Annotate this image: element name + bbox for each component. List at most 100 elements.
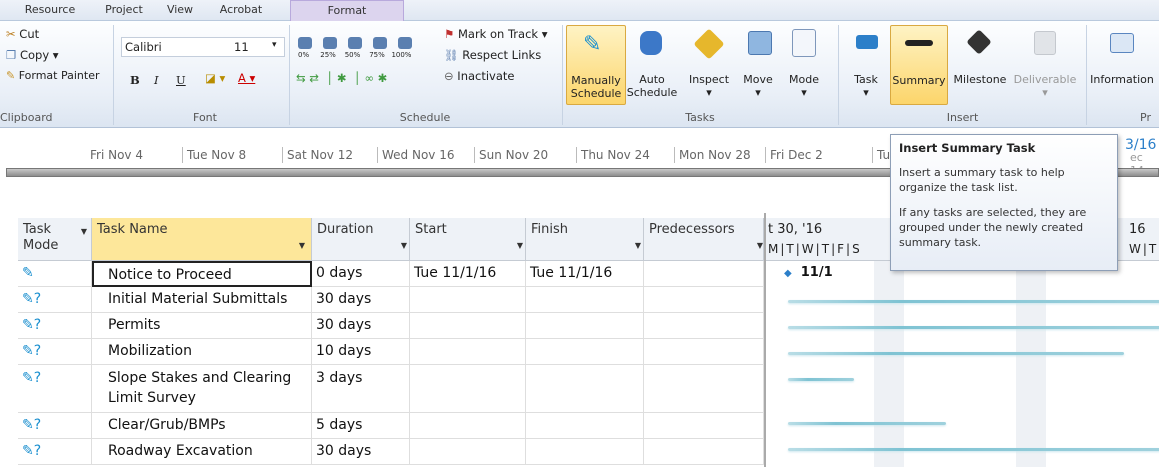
table-row-predecessors[interactable] [644,439,764,465]
pct-100-icon[interactable] [398,37,412,49]
table-row-predecessors[interactable] [644,413,764,439]
tab-acrobat[interactable]: Acrobat [208,0,274,21]
table-row-finish[interactable]: Tue 11/1/16 [526,261,644,287]
mode-button[interactable]: Mode ▾ [784,25,824,105]
finish-header-label: Finish [531,222,569,237]
table-row-finish[interactable] [526,287,644,313]
table-row-task-name[interactable]: Mobilization [92,339,312,365]
gantt-bar[interactable] [788,352,1124,355]
column-header-duration[interactable]: Duration ▼ [312,218,410,261]
table-row-finish[interactable] [526,439,644,465]
table-row-start[interactable] [410,365,526,413]
timeline-tick [182,147,183,163]
insert-deliverable-button[interactable]: Deliverable ▾ [1012,25,1078,105]
table-row-task-name[interactable]: Notice to Proceed [92,261,312,287]
column-header-task-mode[interactable]: Task Mode ▼ [18,218,92,261]
pct-0-icon[interactable] [298,37,312,49]
column-header-predecessors[interactable]: Predecessors ▼ [644,218,764,261]
inactivate-button[interactable]: ⊖ Inactivate [444,69,515,83]
milestone-label: Milestone [953,73,1007,86]
font-color-icon[interactable]: A ▾ [238,71,255,85]
gantt-bar[interactable] [788,422,946,425]
gantt-bar[interactable] [788,326,1159,329]
table-row-duration[interactable]: 30 days [312,287,410,313]
pct-75-icon[interactable] [373,37,387,49]
divider [113,25,114,125]
milestone-diamond-icon: ◆ [784,268,792,279]
table-row-duration[interactable]: 5 days [312,413,410,439]
table-row-task-name[interactable]: Roadway Excavation [92,439,312,465]
pct-50-icon[interactable] [348,37,362,49]
move-button[interactable]: Move ▾ [738,25,778,105]
table-row-task-name[interactable]: Clear/Grub/BMPs [92,413,312,439]
gantt-bar[interactable] [788,300,1159,303]
respect-links-button[interactable]: ⛓ Respect Links [444,48,541,62]
tab-view[interactable]: View [160,0,200,21]
table-row-predecessors[interactable] [644,365,764,413]
table-row-predecessors[interactable] [644,287,764,313]
information-button[interactable]: Information [1088,25,1156,105]
table-row-start[interactable]: Tue 11/1/16 [410,261,526,287]
week-label-right: 16 [1129,222,1146,237]
bold-button[interactable]: B [130,73,140,87]
task-icon [856,35,878,49]
insert-group-label: Insert [946,111,979,124]
insert-summary-button[interactable]: Summary [890,25,948,105]
tab-format[interactable]: Format [290,0,404,21]
table-row-duration[interactable]: 10 days [312,339,410,365]
table-row-predecessors[interactable] [644,261,764,287]
pct-25-icon[interactable] [323,37,337,49]
table-row-start[interactable] [410,413,526,439]
table-row-finish[interactable] [526,365,644,413]
manually-schedule-button[interactable]: ✎ Manually Schedule [566,25,626,105]
milestone-date-label: 11/1 [800,265,833,280]
column-header-start[interactable]: Start ▼ [410,218,526,261]
table-row-start[interactable] [410,439,526,465]
timeline-tick [872,147,873,163]
milestone-row[interactable]: ◆ 11/1 [784,265,833,280]
task-mode-manual-icon: ✎? [18,365,92,413]
format-painter-button[interactable]: ✎ Format Painter [6,69,100,82]
font-name-select[interactable]: Calibri 11 ▾ [121,37,285,57]
insert-milestone-button[interactable]: Milestone [948,25,1012,105]
link-icons[interactable]: ⇆ ⇄ │ ✱ │ ∞ ✱ [296,71,387,85]
mode-label: Mode [789,73,819,86]
highlight-color-icon[interactable]: ◪ ▾ [205,71,225,85]
insert-summary-tooltip: Insert Summary Task Insert a summary tas… [890,134,1118,271]
mark-on-track-button[interactable]: ⚑ Mark on Track ▾ [444,27,547,41]
table-row-finish[interactable] [526,413,644,439]
table-row-duration[interactable]: 0 days [312,261,410,287]
timeline-tick [576,147,577,163]
column-header-finish[interactable]: Finish ▼ [526,218,644,261]
table-row-task-name[interactable]: Initial Material Submittals [92,287,312,313]
gantt-bar[interactable] [788,378,854,381]
underline-button[interactable]: U [176,73,186,87]
cut-button[interactable]: ✂ Cut [6,27,39,41]
summary-icon [905,40,933,46]
italic-button[interactable]: I [154,73,159,87]
table-row-duration[interactable]: 30 days [312,439,410,465]
inspect-button[interactable]: Inspect ▾ [686,25,732,105]
table-row-finish[interactable] [526,313,644,339]
pct-labels: 0% 25% 50% 75% 100% [298,51,418,59]
tab-resource[interactable]: Resource [14,0,86,21]
table-row-predecessors[interactable] [644,313,764,339]
ribbon: ✂ Cut ❐ Copy ▾ ✎ Format Painter Clipboar… [0,21,1159,128]
table-row-duration[interactable]: 30 days [312,313,410,339]
table-row-start[interactable] [410,339,526,365]
column-header-task-name[interactable]: Task Name ▼ [92,218,312,261]
table-row-start[interactable] [410,313,526,339]
gantt-bar[interactable] [788,448,1159,451]
table-row-finish[interactable] [526,339,644,365]
table-row-predecessors[interactable] [644,339,764,365]
tab-project[interactable]: Project [96,0,152,21]
table-row-duration[interactable]: 3 days [312,365,410,413]
table-row-start[interactable] [410,287,526,313]
auto-schedule-button[interactable]: Auto Schedule [626,25,678,105]
mode-icon [792,29,816,57]
insert-task-button[interactable]: Task ▾ [846,25,886,105]
table-row-task-name[interactable]: Permits [92,313,312,339]
pct-0-label: 0% [298,51,310,59]
table-row-task-name[interactable]: Slope Stakes and Clearing Limit Survey [92,365,312,413]
copy-button[interactable]: ❐ Copy ▾ [6,48,59,62]
